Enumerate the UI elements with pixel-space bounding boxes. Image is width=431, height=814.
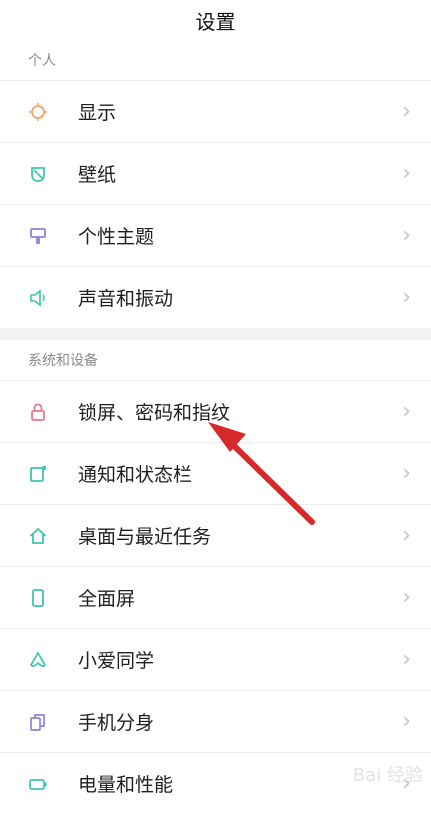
xiaoai-icon [28,650,48,670]
battery-icon [28,774,48,794]
wallpaper-icon [28,164,48,184]
lock-icon [28,402,48,422]
settings-item-sound[interactable]: 声音和振动 › [0,266,431,328]
settings-item-fullscreen[interactable]: 全面屏 › [0,566,431,628]
settings-item-label: 声音和振动 [78,288,174,310]
home-icon [28,526,48,546]
theme-brush-icon [28,226,48,246]
settings-item-dual-phone[interactable]: 手机分身 › [0,690,431,752]
watermark-logo: Bai 经验 [352,765,423,786]
settings-item-theme[interactable]: 个性主题 › [0,204,431,266]
section-title-personal: 个人 [28,53,56,69]
section-personal: 个人 显示 › 壁纸 › 个性主题 › 声音和振动 › [0,40,431,328]
section-title-system: 系统和设备 [28,353,98,369]
chevron-right-icon: › [402,98,411,124]
chevron-right-icon: › [402,460,411,486]
chevron-right-icon: › [402,708,411,734]
chevron-right-icon: › [402,284,411,310]
chevron-right-icon: › [402,522,411,548]
chevron-right-icon: › [402,222,411,248]
settings-item-display[interactable]: 显示 › [0,80,431,142]
fullscreen-phone-icon [28,588,48,608]
chevron-right-icon: › [402,584,411,610]
settings-item-label: 锁屏、密码和指纹 [78,402,231,424]
page-header: 设置 [0,0,431,40]
settings-item-label: 通知和状态栏 [78,464,193,486]
brightness-icon [28,102,48,122]
settings-item-home-screen[interactable]: 桌面与最近任务 › [0,504,431,566]
chevron-right-icon: › [402,398,411,424]
settings-item-label: 小爱同学 [78,650,155,672]
page-title: 设置 [195,9,236,34]
settings-item-label: 电量和性能 [78,774,174,796]
section-system: 系统和设备 锁屏、密码和指纹 › 通知和状态栏 › 桌面与最近任务 › 全面屏 … [0,340,431,814]
speaker-icon [28,288,48,308]
settings-item-xiaoai[interactable]: 小爱同学 › [0,628,431,690]
settings-item-label: 个性主题 [78,226,155,248]
settings-item-label: 全面屏 [78,588,136,610]
settings-item-label: 桌面与最近任务 [78,526,212,548]
settings-item-label: 手机分身 [78,712,155,734]
section-divider [0,328,431,340]
settings-item-wallpaper[interactable]: 壁纸 › [0,142,431,204]
settings-item-label: 显示 [78,102,117,124]
chevron-right-icon: › [402,160,411,186]
dual-phone-icon [28,712,48,732]
chevron-right-icon: › [402,646,411,672]
settings-item-notifications[interactable]: 通知和状态栏 › [0,442,431,504]
notification-icon [28,464,48,484]
settings-item-label: 壁纸 [78,164,117,186]
settings-item-lockscreen[interactable]: 锁屏、密码和指纹 › [0,380,431,442]
